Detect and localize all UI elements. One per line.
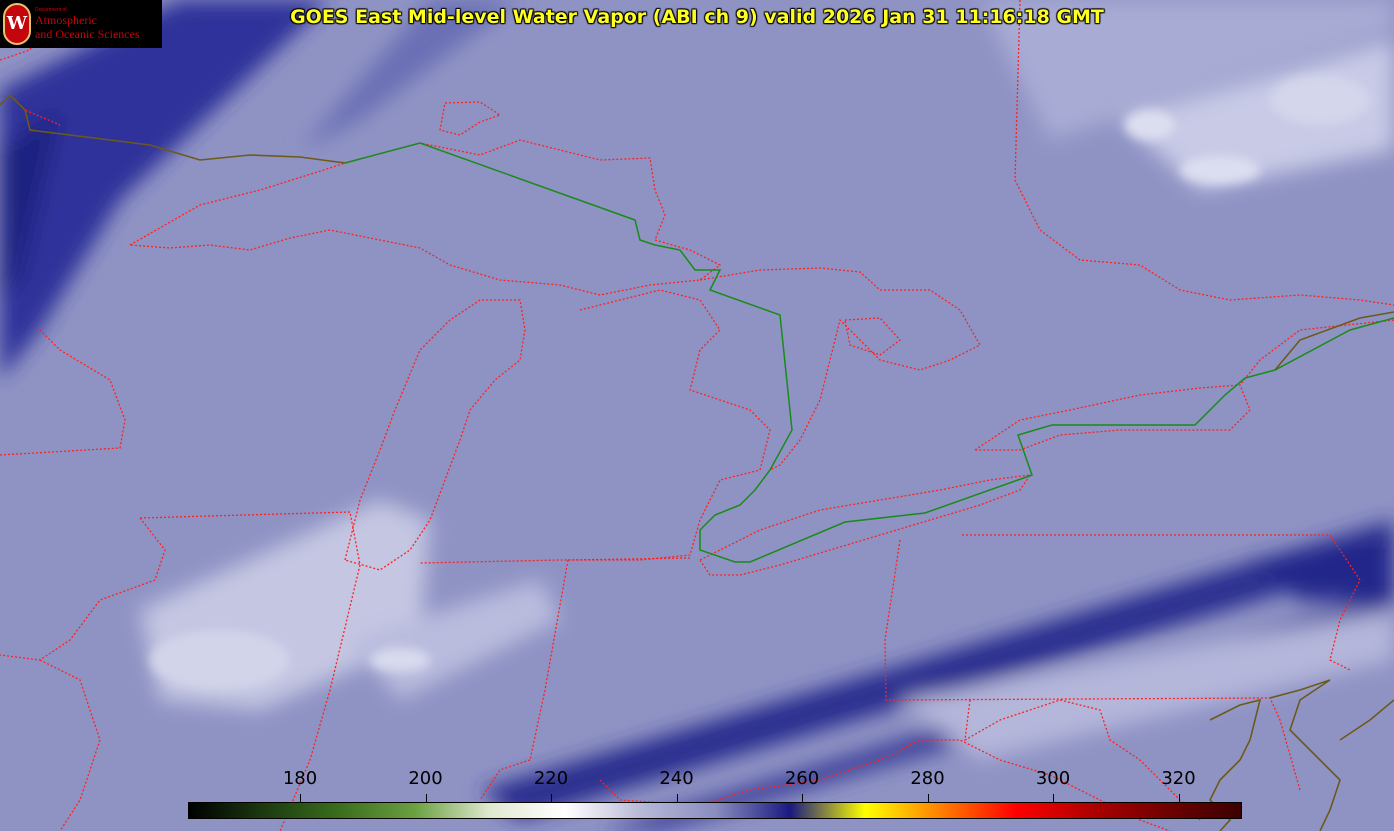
colorbar-tick-label: 280 [910, 768, 945, 789]
colorbar-tick-label: 320 [1161, 768, 1196, 789]
colorbar-tick-label: 200 [408, 768, 443, 789]
colorbar-tick-labels: 180 200 220 240 260 280 300 320 [0, 768, 1394, 794]
colorbar-tick-mark [551, 794, 552, 802]
colorbar-tick-mark [676, 794, 678, 802]
colorbar [188, 802, 1242, 819]
colorbar-tick-label: 220 [533, 768, 569, 789]
colorbar-tick-label: 180 [282, 768, 318, 789]
logo-line-2: and Oceanic Sciences [35, 27, 140, 41]
colorbar-tick-mark [1178, 794, 1180, 802]
colorbar-tick-label: 260 [784, 768, 820, 789]
colorbar-tick-mark [300, 794, 301, 802]
colorbar-tick-mark [802, 794, 803, 802]
colorbar-tick-mark [425, 794, 427, 802]
colorbar-tick-label: 300 [1035, 768, 1071, 789]
colorbar-tick-mark [1053, 794, 1054, 802]
colorbar-tick-label: 240 [659, 768, 694, 789]
colorbar-tick-mark [927, 794, 929, 802]
image-title: GOES East Mid-level Water Vapor (ABI ch … [290, 6, 1104, 28]
water-vapor-map [0, 0, 1394, 831]
